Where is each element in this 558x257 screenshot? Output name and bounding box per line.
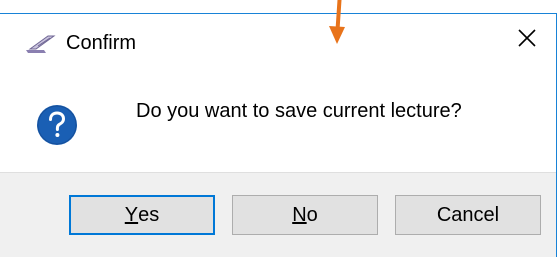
no-button-mnemonic: N — [292, 203, 307, 226]
cancel-button-label: Cancel — [436, 203, 500, 226]
dialog-content: Do you want to save current lecture? — [0, 67, 556, 172]
close-button[interactable] — [498, 14, 556, 67]
screen: Confirm Do you want to save current lect — [0, 0, 558, 257]
no-button-label-rest: o — [306, 203, 318, 226]
close-icon — [517, 28, 537, 53]
question-icon — [36, 104, 78, 146]
yes-button-mnemonic: Y — [124, 203, 139, 226]
dialog-title: Confirm — [66, 32, 137, 54]
no-button[interactable]: No — [232, 195, 378, 235]
yes-button-label-rest: es — [138, 203, 160, 226]
yes-button[interactable]: Yes — [69, 195, 215, 235]
arrow-down-icon — [325, 0, 349, 46]
dialog-message: Do you want to save current lecture? — [136, 100, 462, 122]
button-bar: Yes No Cancel — [0, 172, 556, 257]
quill-pen-icon — [24, 34, 58, 54]
cancel-button[interactable]: Cancel — [395, 195, 541, 235]
title-bar[interactable]: Confirm — [0, 14, 556, 67]
confirm-dialog: Confirm Do you want to save current lect — [0, 13, 557, 257]
